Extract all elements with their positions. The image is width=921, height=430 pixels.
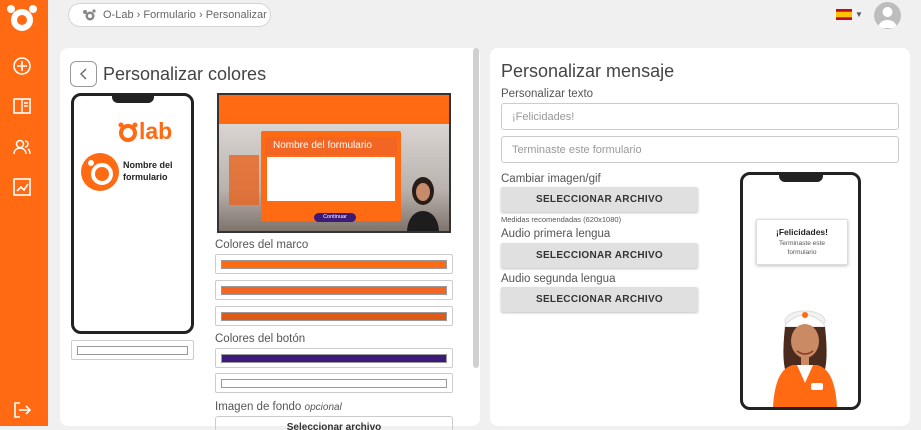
logo-icon[interactable] <box>4 2 40 36</box>
preview-header <box>219 95 449 124</box>
desktop-preview: Nombre del formulario Continuar <box>217 93 451 233</box>
bg-image-label-text: Imagen de fondo <box>215 401 302 413</box>
sidebar <box>0 0 48 426</box>
preview-modal-body <box>267 157 395 201</box>
avatar[interactable] <box>874 2 901 29</box>
finished-input[interactable]: Terminaste este formulario <box>501 136 899 163</box>
frame-color-1[interactable] <box>215 254 453 274</box>
recommended-size: Medidas recomendadas (620x1080) <box>501 215 622 224</box>
message-phone-preview: ¡Felicidades! Terminaste este formulario <box>740 172 861 410</box>
select-audio2-button[interactable]: SELECCIONAR ARCHIVO <box>501 287 698 312</box>
preview-modal-frame: Nombre del formulario <box>261 131 401 221</box>
colors-panel: Personalizar colores lab Nombre del form… <box>60 48 480 430</box>
breadcrumb[interactable]: O-Lab › Formulario › Personalizar <box>68 3 271 27</box>
frame-colors-label: Colores del marco <box>215 239 309 251</box>
bg-image-label: Imagen de fondo opcional <box>215 401 342 413</box>
button-color-2[interactable] <box>215 373 453 393</box>
preview-woman-image <box>407 177 439 231</box>
message-phone-notch <box>779 175 823 182</box>
chevron-left-icon <box>79 68 86 80</box>
frame-color-3-swatch <box>221 312 447 321</box>
analytics-icon[interactable] <box>10 175 34 199</box>
mascot-image <box>773 310 837 407</box>
topbar: O-Lab › Formulario › Personalizar ▼ <box>48 0 921 38</box>
preview-modal-title: Nombre del formulario <box>265 137 397 155</box>
preview-continue-button: Continuar <box>314 213 356 222</box>
book-icon[interactable] <box>10 94 34 118</box>
select-audio1-button[interactable]: SELECCIONAR ARCHIVO <box>501 243 698 268</box>
congrats-input[interactable]: ¡Felicidades! <box>501 103 899 130</box>
frame-color-2[interactable] <box>215 280 453 300</box>
bg-image-button[interactable]: Seleccionar archivo <box>215 416 453 430</box>
bubble-title: ¡Felicidades! <box>776 227 828 237</box>
panel-title: Personalizar colores <box>103 64 267 84</box>
phone-color-field[interactable] <box>71 340 194 360</box>
phone-preview: lab Nombre del formulario <box>71 93 194 334</box>
change-image-label: Cambiar imagen/gif <box>501 173 601 185</box>
button-colors-label: Colores del botón <box>215 333 306 345</box>
preview-bg-chair <box>229 155 259 205</box>
phone-notch <box>112 96 154 103</box>
breadcrumb-text: O-Lab › Formulario › Personalizar <box>103 9 267 21</box>
message-panel: Personalizar mensaje Personalizar texto … <box>490 48 910 426</box>
frame-color-3[interactable] <box>215 306 453 326</box>
audio2-label: Audio segunda lengua <box>501 273 616 285</box>
back-button[interactable] <box>70 61 97 87</box>
add-icon[interactable] <box>10 54 34 78</box>
bubble-text: Terminaste este formulario <box>779 240 825 256</box>
button-color-2-swatch <box>221 379 447 388</box>
audio1-label: Audio primera lengua <box>501 228 611 240</box>
users-icon[interactable] <box>10 135 34 159</box>
finished-input-placeholder: Terminaste este formulario <box>512 143 642 156</box>
message-bubble: ¡Felicidades! Terminaste este formulario <box>756 219 848 265</box>
phone-color-swatch <box>77 346 188 355</box>
olab-logo: lab <box>117 118 172 145</box>
scrollbar[interactable] <box>473 48 479 368</box>
logout-icon[interactable] <box>10 398 34 422</box>
olab-logo-icon <box>118 122 138 142</box>
button-color-1[interactable] <box>215 348 453 368</box>
select-image-button[interactable]: SELECCIONAR ARCHIVO <box>501 187 698 212</box>
frame-color-1-swatch <box>221 260 447 269</box>
olab-icon <box>83 9 96 21</box>
congrats-input-placeholder: ¡Felicidades! <box>512 110 575 123</box>
form-name: Nombre del formulario <box>123 160 173 182</box>
customize-text-label: Personalizar texto <box>501 88 594 100</box>
olab-brand: lab <box>139 118 173 144</box>
chevron-down-icon[interactable]: ▼ <box>855 10 863 19</box>
spain-flag-icon[interactable] <box>836 9 852 20</box>
button-color-1-swatch <box>221 354 447 363</box>
bg-image-button-label: Seleccionar archivo <box>286 422 382 430</box>
frame-color-2-swatch <box>221 286 447 295</box>
bg-image-optional: opcional <box>304 402 342 413</box>
panel-title-message: Personalizar mensaje <box>501 61 675 81</box>
olab-badge-icon <box>81 153 119 191</box>
